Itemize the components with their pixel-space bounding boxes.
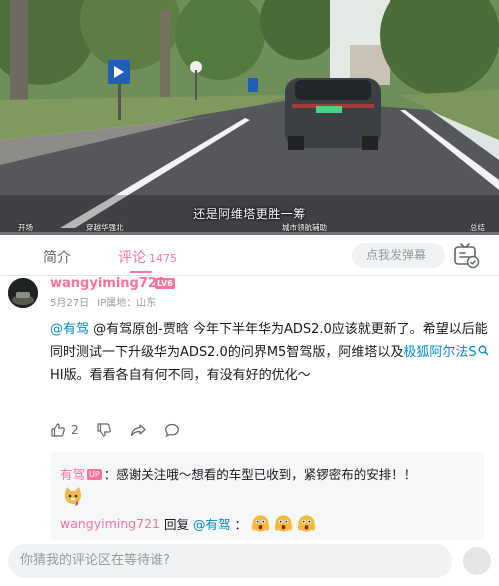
reply-item: 有驾 UP ：感谢关注哦～想看的车型已收到，紧锣密布的安排！！ bbox=[60, 464, 416, 483]
reply-text: ：感谢关注哦～想看的车型已收到，紧锣密布的安排！！ bbox=[103, 467, 417, 482]
surprised-emoji-icon bbox=[297, 515, 316, 532]
share-icon bbox=[130, 424, 146, 437]
keyword-label: 极狐阿尔法S bbox=[403, 345, 477, 360]
reply-item: wangyiming721 回复 @有驾 ： bbox=[60, 514, 316, 533]
level-badge: LV6 bbox=[155, 278, 175, 289]
tab-comments-count: 1475 bbox=[149, 252, 177, 265]
chapter-label[interactable]: 总结 bbox=[470, 222, 485, 233]
tab-comments-label: 评论 bbox=[118, 250, 146, 266]
comment-meta: 5月27日 IP属地：山东 bbox=[50, 294, 161, 309]
comment-text-part: HI版。看看各自有何不同，有没有好的优化～ bbox=[50, 368, 311, 383]
comment-text: @有驾 @有驾原创-贾晗 今年下半年华为ADS2.0应该就更新了。希望以后能同时… bbox=[50, 318, 490, 387]
thumbs-down-icon bbox=[97, 423, 111, 437]
chapter-label[interactable]: 穿越华强北 bbox=[86, 222, 124, 233]
chapter-markers: 开场 穿越华强北 城市领航辅助 总结 bbox=[0, 222, 499, 234]
tab-intro[interactable]: 简介 bbox=[43, 247, 71, 267]
emoji-picker-icon[interactable] bbox=[463, 547, 491, 575]
like-button[interactable]: 2 bbox=[50, 422, 79, 438]
comment-icon bbox=[165, 423, 179, 438]
mention-link[interactable]: @有驾 bbox=[193, 514, 231, 533]
comment-location: IP属地：山东 bbox=[97, 298, 157, 309]
reply-username[interactable]: 有驾 bbox=[60, 467, 85, 482]
keyword-search-link[interactable]: 极狐阿尔法S bbox=[403, 345, 489, 360]
dog-emoji-icon bbox=[64, 487, 82, 506]
up-badge: UP bbox=[87, 469, 102, 480]
dislike-button[interactable] bbox=[96, 422, 112, 438]
chapter-label[interactable]: 城市领航辅助 bbox=[282, 222, 327, 233]
video-subtitle: 还是阿维塔更胜一筹 bbox=[193, 207, 306, 221]
bottom-comment-bar: 你猜我的评论区在等待谁? bbox=[0, 541, 499, 586]
active-tab-indicator bbox=[130, 271, 152, 273]
like-count: 2 bbox=[71, 423, 79, 437]
search-icon bbox=[478, 345, 489, 356]
surprised-emoji-icon bbox=[274, 515, 293, 532]
reply-button[interactable] bbox=[164, 422, 180, 438]
comment-input[interactable]: 你猜我的评论区在等待谁? bbox=[8, 544, 452, 578]
mention-link[interactable]: @有驾 bbox=[50, 322, 89, 337]
thumbs-up-icon bbox=[51, 423, 65, 437]
reply-list[interactable]: 有驾 UP ：感谢关注哦～想看的车型已收到，紧锣密布的安排！！ wangyiming… bbox=[50, 452, 484, 540]
surprised-emoji-icon bbox=[251, 515, 270, 532]
tab-comments[interactable]: 评论 1475 bbox=[118, 247, 177, 267]
danmaku-toggle-icon[interactable] bbox=[452, 242, 480, 269]
danmaku-input[interactable]: 点我发弹幕 bbox=[352, 243, 445, 268]
comment-actions: 2 bbox=[50, 422, 250, 440]
reply-username[interactable]: wangyiming721 bbox=[60, 516, 160, 531]
reply-verb: 回复 bbox=[163, 517, 189, 532]
comment-date: 5月27日 bbox=[50, 298, 90, 309]
share-button[interactable] bbox=[130, 422, 147, 438]
chapter-label[interactable]: 开场 bbox=[18, 222, 33, 233]
comment-username[interactable]: wangyiming721 bbox=[50, 276, 166, 291]
avatar[interactable] bbox=[8, 278, 38, 308]
reply-separator: ： bbox=[234, 517, 248, 532]
video-frame bbox=[0, 0, 499, 235]
video-player[interactable]: 还是阿维塔更胜一筹 开场 穿越华强北 城市领航辅助 总结 bbox=[0, 0, 499, 235]
